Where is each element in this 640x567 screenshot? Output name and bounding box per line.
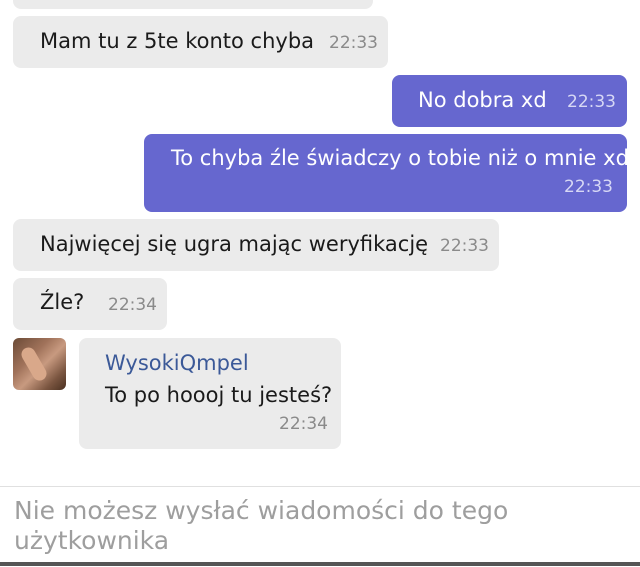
message-composer: Nie możesz wysłać wiadomości do tego uży… — [0, 486, 640, 567]
avatar-image — [18, 344, 50, 384]
message-text: Najwięcej się ugra mając weryfikację — [40, 232, 429, 256]
sender-name[interactable]: WysokiQmpel — [105, 351, 249, 375]
sender-avatar[interactable] — [13, 338, 66, 390]
message-text: No dobra xd — [418, 88, 547, 112]
message-time: 22:33 — [329, 33, 378, 53]
message-bubble-outgoing[interactable]: To chyba źle świadczy o tobie niż o mnie… — [144, 134, 629, 212]
composer-disabled-notice: Nie możesz wysłać wiadomości do tego uży… — [14, 496, 509, 555]
message-bubble-outgoing[interactable]: No dobra xd 22:33 — [392, 75, 627, 127]
message-bubble-incoming[interactable]: Źle? 22:34 — [13, 278, 167, 330]
message-bubble-incoming[interactable]: Mam tu z 5te konto chyba 22:33 — [13, 16, 388, 68]
message-bubble-partial — [13, 0, 373, 9]
message-time: 22:33 — [564, 177, 613, 197]
message-text: Mam tu z 5te konto chyba — [40, 29, 315, 53]
message-bubble-incoming[interactable]: Najwięcej się ugra mając weryfikację 22:… — [13, 219, 499, 271]
message-time: 22:33 — [440, 236, 489, 256]
message-time: 22:34 — [279, 414, 328, 434]
message-bubble-incoming[interactable]: WysokiQmpel To po hoooj tu jesteś? 22:34 — [79, 338, 341, 449]
message-text: Źle? — [40, 290, 85, 314]
message-text: To po hoooj tu jesteś? — [105, 383, 333, 407]
composer-bottom-border — [0, 562, 640, 566]
message-text: To chyba źle świadczy o tobie niż o mnie… — [171, 146, 629, 170]
message-time: 22:33 — [567, 92, 616, 112]
message-time: 22:34 — [108, 295, 157, 315]
